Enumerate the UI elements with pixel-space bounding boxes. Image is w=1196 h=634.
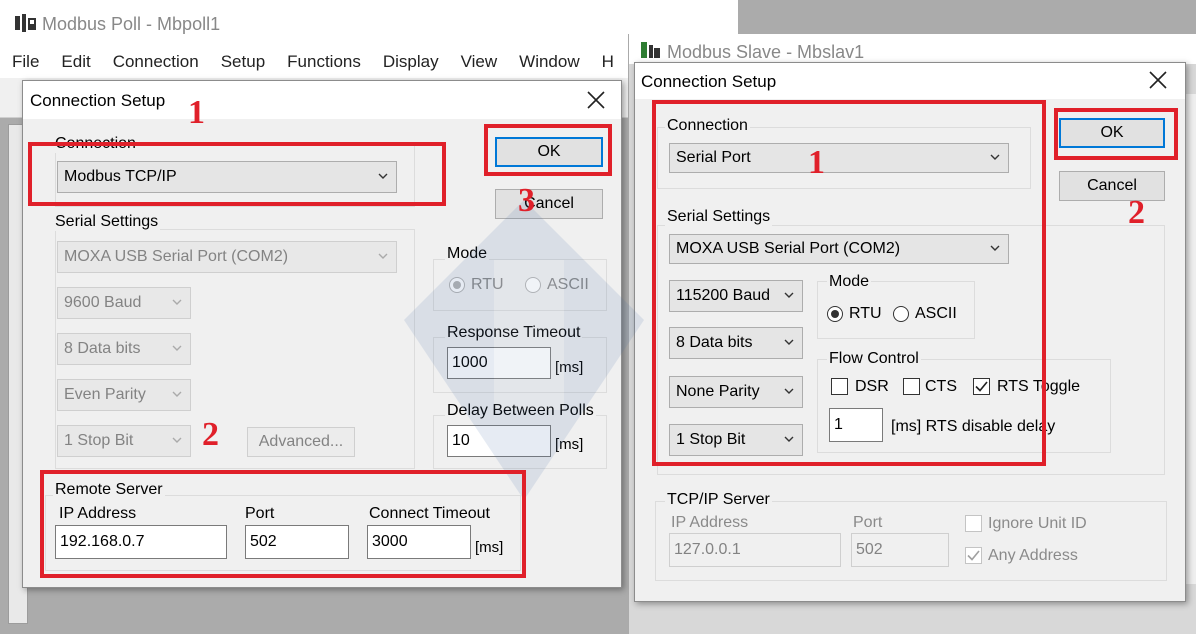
slave-dialog-title: Connection Setup	[641, 72, 777, 91]
poll-data-bits-select[interactable]: 8 Data bits	[57, 333, 191, 365]
poll-baud-select[interactable]: 9600 Baud	[57, 287, 191, 319]
slave-ignore-unit-id-checkbox[interactable]	[965, 515, 982, 532]
slave-dialog-titlebar: Connection Setup	[635, 63, 1185, 99]
step-number-2-left: 2	[202, 416, 219, 453]
menu-file[interactable]: File	[12, 52, 39, 71]
step-number-3-left: 3	[518, 182, 535, 219]
highlight-slave-ok	[1054, 108, 1178, 160]
poll-advanced-button[interactable]: Advanced...	[247, 427, 355, 457]
watermark-logo	[404, 200, 644, 500]
slave-tcpip-server-label: TCP/IP Server	[665, 491, 772, 509]
chevron-down-icon	[172, 345, 182, 351]
slave-ignore-unit-id-label: Ignore Unit ID	[988, 515, 1087, 532]
slave-any-address-checkbox[interactable]	[965, 547, 982, 564]
menu-view[interactable]: View	[461, 52, 498, 71]
slave-cancel-button[interactable]: Cancel	[1059, 171, 1165, 201]
menu-setup[interactable]: Setup	[221, 52, 265, 71]
step-number-1-left: 1	[188, 94, 205, 131]
poll-window-title: Modbus Poll - Mbpoll1	[42, 14, 221, 34]
slave-any-address-label: Any Address	[988, 547, 1078, 564]
checkmark-icon	[967, 550, 980, 561]
chevron-down-icon	[172, 391, 182, 397]
poll-serial-port-select[interactable]: MOXA USB Serial Port (COM2)	[57, 241, 397, 273]
modbus-poll-app-icon	[14, 12, 38, 34]
poll-data-bits-value: 8 Data bits	[64, 340, 141, 357]
menu-display[interactable]: Display	[383, 52, 439, 71]
step-number-2-right: 2	[1128, 194, 1145, 231]
menu-connection[interactable]: Connection	[113, 52, 199, 71]
chevron-down-icon	[378, 253, 388, 259]
slave-window-title: Modbus Slave - Mbslav1	[667, 42, 865, 62]
poll-menubar: File Edit Connection Setup Functions Display V…	[12, 52, 636, 74]
chevron-down-icon	[172, 299, 182, 305]
step-number-1-right: 1	[808, 144, 825, 181]
poll-parity-value: Even Parity	[64, 386, 146, 403]
highlight-poll-connection	[28, 142, 446, 206]
slave-port-input[interactable]: 502	[851, 533, 949, 567]
slave-ip-label: IP Address	[671, 514, 749, 531]
highlight-poll-ok	[484, 124, 612, 176]
poll-stop-bit-value: 1 Stop Bit	[64, 432, 134, 449]
slave-port-label: Port	[853, 514, 883, 531]
menu-functions[interactable]: Functions	[287, 52, 361, 71]
poll-baud-value: 9600 Baud	[64, 294, 142, 311]
poll-serial-port-value: MOXA USB Serial Port (COM2)	[64, 248, 289, 265]
poll-dialog-title: Connection Setup	[30, 91, 166, 110]
menu-window[interactable]: Window	[519, 52, 579, 71]
poll-parity-select[interactable]: Even Parity	[57, 379, 191, 411]
modbus-slave-app-icon	[639, 40, 661, 60]
menu-edit[interactable]: Edit	[61, 52, 90, 71]
menu-help[interactable]: H	[602, 52, 614, 71]
slave-ip-input[interactable]: 127.0.0.1	[669, 533, 841, 567]
chevron-down-icon	[172, 437, 182, 443]
poll-stop-bit-select[interactable]: 1 Stop Bit	[57, 425, 191, 457]
highlight-slave-serial	[652, 100, 1046, 466]
highlight-poll-remote-server	[40, 470, 526, 578]
close-icon[interactable]	[585, 89, 607, 111]
poll-serial-settings-label: Serial Settings	[53, 213, 161, 231]
slave-side-panel	[1185, 94, 1196, 584]
poll-dialog-titlebar: Connection Setup	[23, 81, 621, 119]
close-icon[interactable]	[1147, 69, 1169, 91]
